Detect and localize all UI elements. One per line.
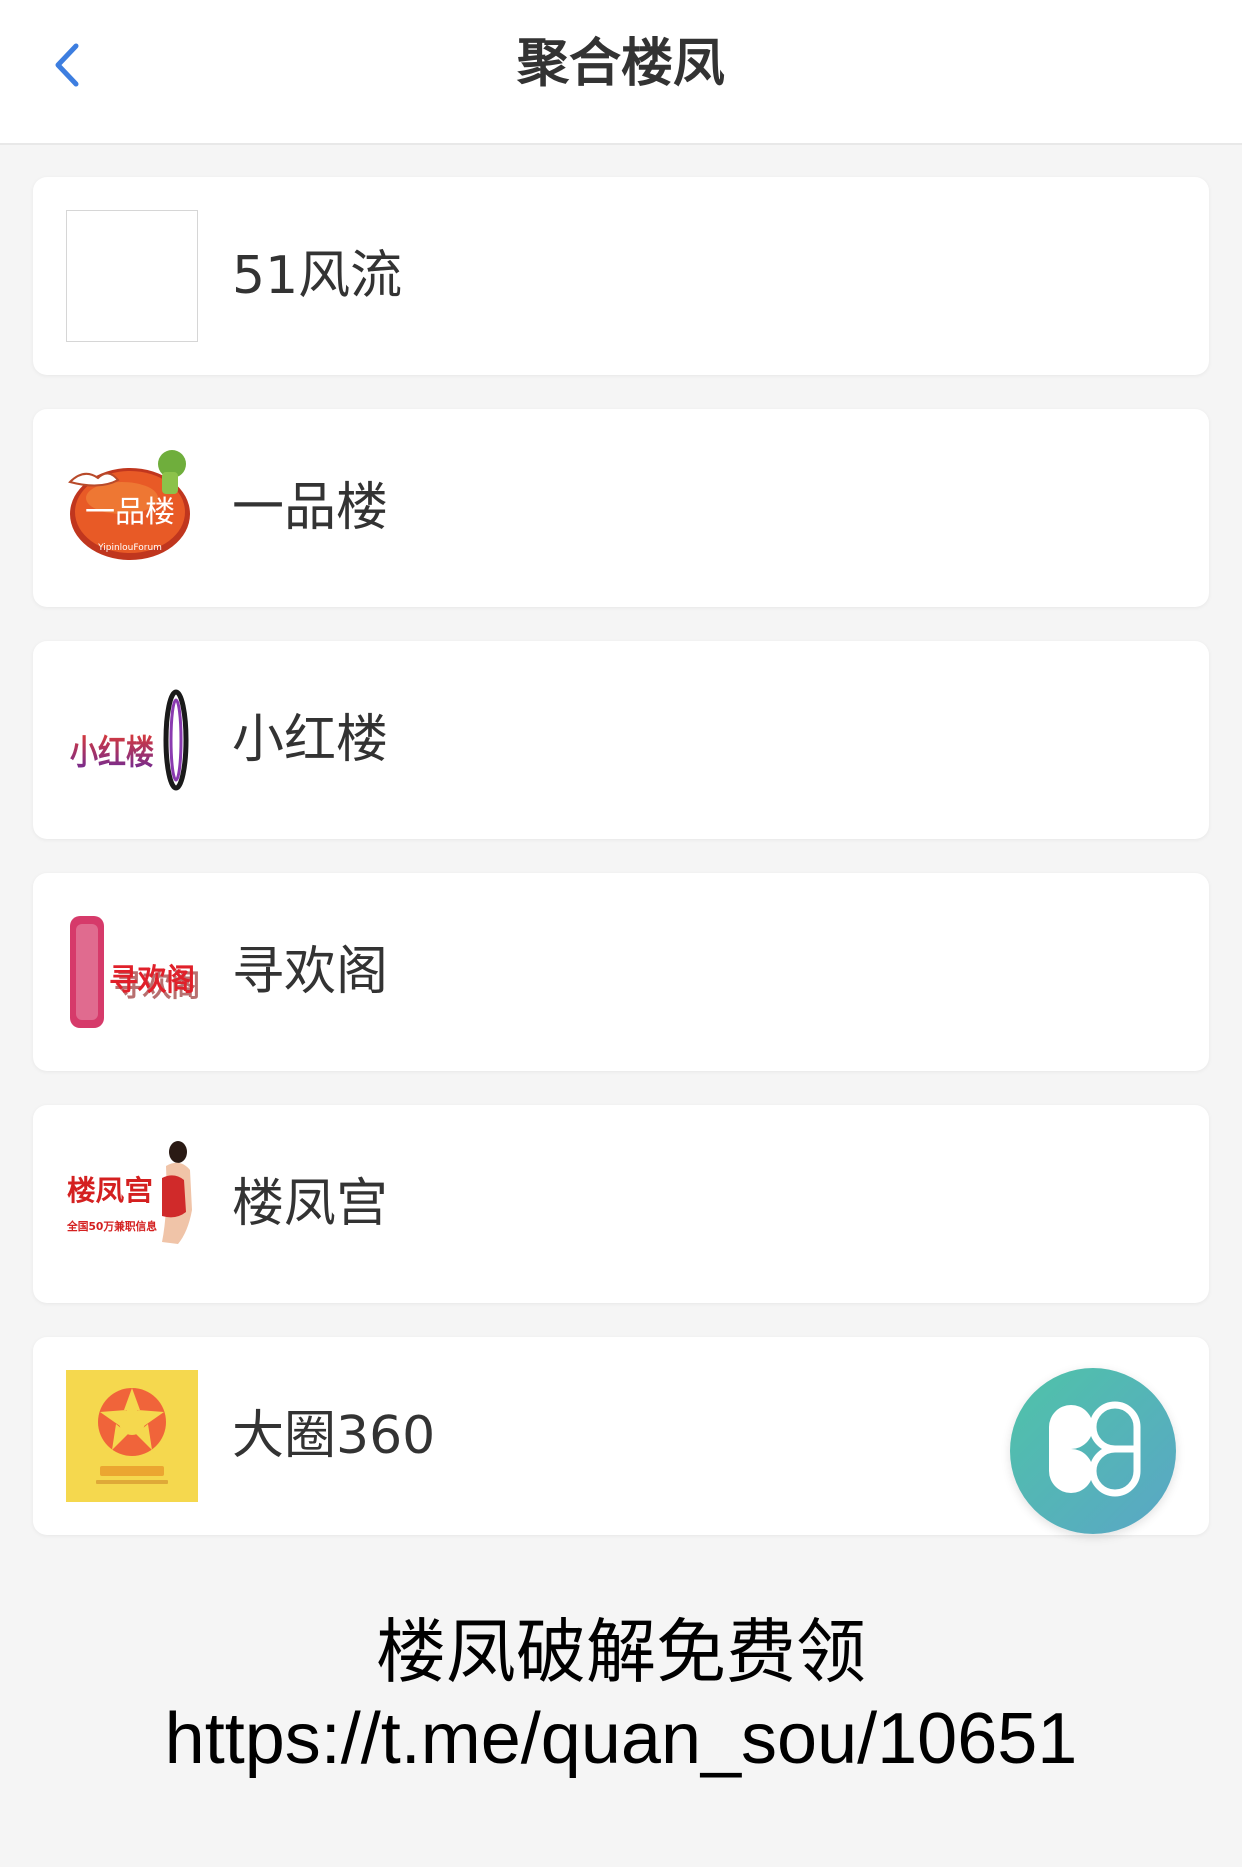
navigation-bar: 聚合楼凤 xyxy=(0,0,1242,145)
thumbnail-placeholder xyxy=(66,210,198,342)
list-item[interactable]: 寻欢阁 寻欢阁 寻欢阁 xyxy=(33,873,1209,1071)
list-item[interactable]: 一品楼 YipinlouForum 一品楼 xyxy=(33,409,1209,607)
list-item-label: 一品楼 xyxy=(232,478,389,538)
logo-text: 小红楼 xyxy=(70,733,154,773)
floating-action-button[interactable] xyxy=(1010,1368,1176,1534)
logo-text: 寻欢阁 xyxy=(109,963,195,998)
list-item-label: 小红楼 xyxy=(232,710,389,770)
logo-subtext: 全国50万兼职信息 xyxy=(66,1219,157,1233)
logo-text: 一品楼 xyxy=(85,495,175,530)
page-title: 聚合楼凤 xyxy=(516,34,725,94)
promo-text: 楼凤破解免费领 xyxy=(376,1611,866,1693)
list-item-label: 楼凤宫 xyxy=(232,1174,389,1234)
list-item[interactable]: 楼凤宫 全国50万兼职信息 楼凤宫 xyxy=(33,1105,1209,1303)
list-item-label: 寻欢阁 xyxy=(232,942,389,1002)
loufenggong-logo: 楼凤宫 全国50万兼职信息 xyxy=(66,1138,198,1270)
list-item-label: 51风流 xyxy=(232,246,403,306)
promo-link[interactable]: https://t.me/quan_sou/10651 xyxy=(0,1697,1242,1781)
list-item-label: 大圈360 xyxy=(232,1406,436,1466)
list-item[interactable]: 51风流 xyxy=(33,177,1209,375)
xiaohonglou-logo: 小红楼 xyxy=(66,674,198,806)
list-item[interactable]: 小红楼 小红楼 xyxy=(33,641,1209,839)
xunhuange-logo: 寻欢阁 寻欢阁 xyxy=(66,906,198,1038)
daquan360-logo xyxy=(66,1370,198,1502)
logo-subtext: YipinlouForum xyxy=(97,543,162,553)
clover-icon xyxy=(1045,1401,1141,1501)
logo-text: 楼凤宫 xyxy=(67,1174,153,1207)
yipinlou-logo: 一品楼 YipinlouForum xyxy=(66,442,198,574)
